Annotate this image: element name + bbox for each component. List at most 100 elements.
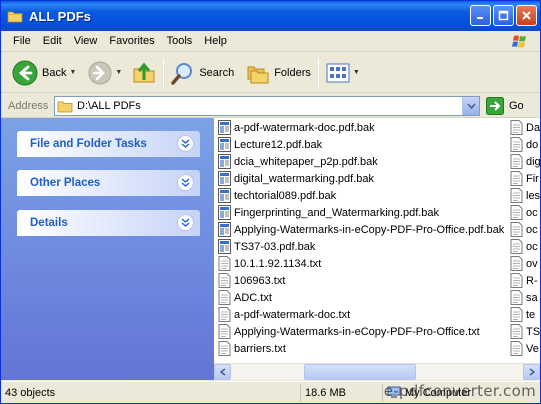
forward-dropdown-icon[interactable]: ▼	[115, 69, 122, 76]
menu-edit[interactable]: Edit	[37, 35, 68, 47]
file-item[interactable]: sa	[510, 289, 540, 306]
address-input[interactable]: D:\ALL PDFs	[54, 95, 480, 116]
folders-label: Folders	[274, 66, 311, 79]
text-file-icon	[510, 341, 523, 356]
text-file-icon	[218, 341, 231, 356]
folders-icon	[247, 66, 269, 83]
views-dropdown-icon[interactable]: ▼	[353, 69, 360, 76]
file-name: barriers.txt	[234, 342, 286, 355]
file-item[interactable]: TS37-03.pdf.bak	[218, 238, 504, 255]
menu-favorites[interactable]: Favorites	[103, 35, 160, 47]
file-item[interactable]: oc	[510, 204, 540, 221]
status-object-count: 43 objects	[1, 383, 301, 402]
file-name: sa	[526, 291, 538, 304]
file-name: les	[526, 189, 540, 202]
back-button[interactable]: Back ▼	[9, 57, 79, 89]
chevron-down-icon[interactable]	[177, 174, 194, 191]
minimize-icon	[477, 17, 483, 19]
up-folder-icon	[133, 62, 155, 82]
file-name: oc	[526, 223, 538, 236]
views-button[interactable]: ▼	[323, 57, 363, 89]
other-places-label: Other Places	[30, 177, 101, 189]
file-item[interactable]: barriers.txt	[218, 340, 504, 357]
text-file-icon	[510, 222, 523, 237]
scroll-left-button[interactable]	[214, 364, 231, 380]
file-item[interactable]: Fir	[510, 170, 540, 187]
file-item[interactable]: Lecture12.pdf.bak	[218, 136, 504, 153]
text-file-icon	[218, 290, 231, 305]
file-item[interactable]: techtorial089.pdf.bak	[218, 187, 504, 204]
bak-file-icon	[218, 120, 231, 135]
text-file-icon	[510, 171, 523, 186]
menu-file[interactable]: File	[7, 35, 37, 47]
title-bar[interactable]: ALL PDFs	[1, 1, 540, 31]
menu-help[interactable]: Help	[198, 35, 233, 47]
file-item[interactable]: 106963.txt	[218, 272, 504, 289]
maximize-button[interactable]	[493, 5, 514, 26]
details-header[interactable]: Details	[17, 210, 200, 236]
file-item[interactable]: dig	[510, 153, 540, 170]
file-item[interactable]: te	[510, 306, 540, 323]
file-item[interactable]: 10.1.1.92.1134.txt	[218, 255, 504, 272]
chevron-down-icon[interactable]	[177, 214, 194, 231]
file-item[interactable]: a-pdf-watermark-doc.txt	[218, 306, 504, 323]
file-item[interactable]: ov	[510, 255, 540, 272]
file-name: Da	[526, 121, 540, 134]
file-item[interactable]: Fingerprinting_and_Watermarking.pdf.bak	[218, 204, 504, 221]
file-name: Ve	[526, 342, 539, 355]
text-file-icon	[510, 188, 523, 203]
file-item[interactable]: les	[510, 187, 540, 204]
window-title: ALL PDFs	[29, 8, 91, 24]
file-column: Da do dig Fir les oc oc oc ov R-sa te TS Ve	[510, 119, 540, 357]
file-item[interactable]: oc	[510, 221, 540, 238]
toolbar-separator	[163, 57, 165, 88]
forward-button[interactable]: ▼	[85, 57, 125, 89]
scroll-right-button[interactable]	[523, 364, 540, 380]
file-folder-tasks-header[interactable]: File and Folder Tasks	[17, 131, 200, 157]
windows-logo-icon	[512, 35, 526, 48]
file-item[interactable]: R-	[510, 272, 540, 289]
file-item[interactable]: Ve	[510, 340, 540, 357]
status-size: 18.6 MB	[301, 383, 383, 402]
close-button[interactable]	[516, 5, 537, 26]
file-item[interactable]: Da	[510, 119, 540, 136]
file-item[interactable]: dcia_whitepaper_p2p.pdf.bak	[218, 153, 504, 170]
text-file-icon	[510, 324, 523, 339]
other-places-header[interactable]: Other Places	[17, 170, 200, 196]
file-item[interactable]: ADC.txt	[218, 289, 504, 306]
back-dropdown-icon[interactable]: ▼	[69, 69, 76, 76]
bak-file-icon	[218, 222, 231, 237]
file-item[interactable]: TS	[510, 323, 540, 340]
maximize-icon	[498, 10, 509, 21]
scroll-thumb[interactable]	[304, 364, 416, 380]
file-item[interactable]: a-pdf-watermark-doc.pdf.bak	[218, 119, 504, 136]
horizontal-scrollbar[interactable]	[214, 363, 540, 380]
close-icon	[522, 11, 531, 20]
folders-button[interactable]: Folders	[243, 57, 314, 89]
file-item[interactable]: Applying-Watermarks-in-eCopy-PDF-Pro-Off…	[218, 323, 504, 340]
text-file-icon	[510, 307, 523, 322]
bak-file-icon	[218, 137, 231, 152]
file-item[interactable]: do	[510, 136, 540, 153]
up-folder-button[interactable]	[129, 57, 159, 89]
watermark-text: e-pdfconverter.com	[383, 382, 536, 400]
address-dropdown-button[interactable]	[462, 96, 479, 115]
forward-arrow-icon	[88, 61, 112, 84]
search-icon	[171, 62, 193, 85]
chevron-down-icon[interactable]	[177, 135, 194, 152]
file-item[interactable]: Applying-Watermarks-in-eCopy-PDF-Pro-Off…	[218, 221, 504, 238]
bak-file-icon	[218, 171, 231, 186]
go-button[interactable]: Go	[486, 96, 524, 115]
menu-view[interactable]: View	[68, 35, 104, 47]
search-button[interactable]: Search	[168, 57, 237, 89]
file-name: Fingerprinting_and_Watermarking.pdf.bak	[234, 206, 440, 219]
minimize-button[interactable]	[470, 5, 491, 26]
menu-tools[interactable]: Tools	[161, 35, 199, 47]
chevron-right-icon	[529, 368, 535, 376]
file-name: oc	[526, 240, 538, 253]
file-item[interactable]: oc	[510, 238, 540, 255]
file-item[interactable]: digital_watermarking.pdf.bak	[218, 170, 504, 187]
file-name: 106963.txt	[234, 274, 286, 287]
toolbar: Back ▼ ▼ Search Folders ▼	[1, 53, 540, 93]
text-file-icon	[218, 324, 231, 339]
